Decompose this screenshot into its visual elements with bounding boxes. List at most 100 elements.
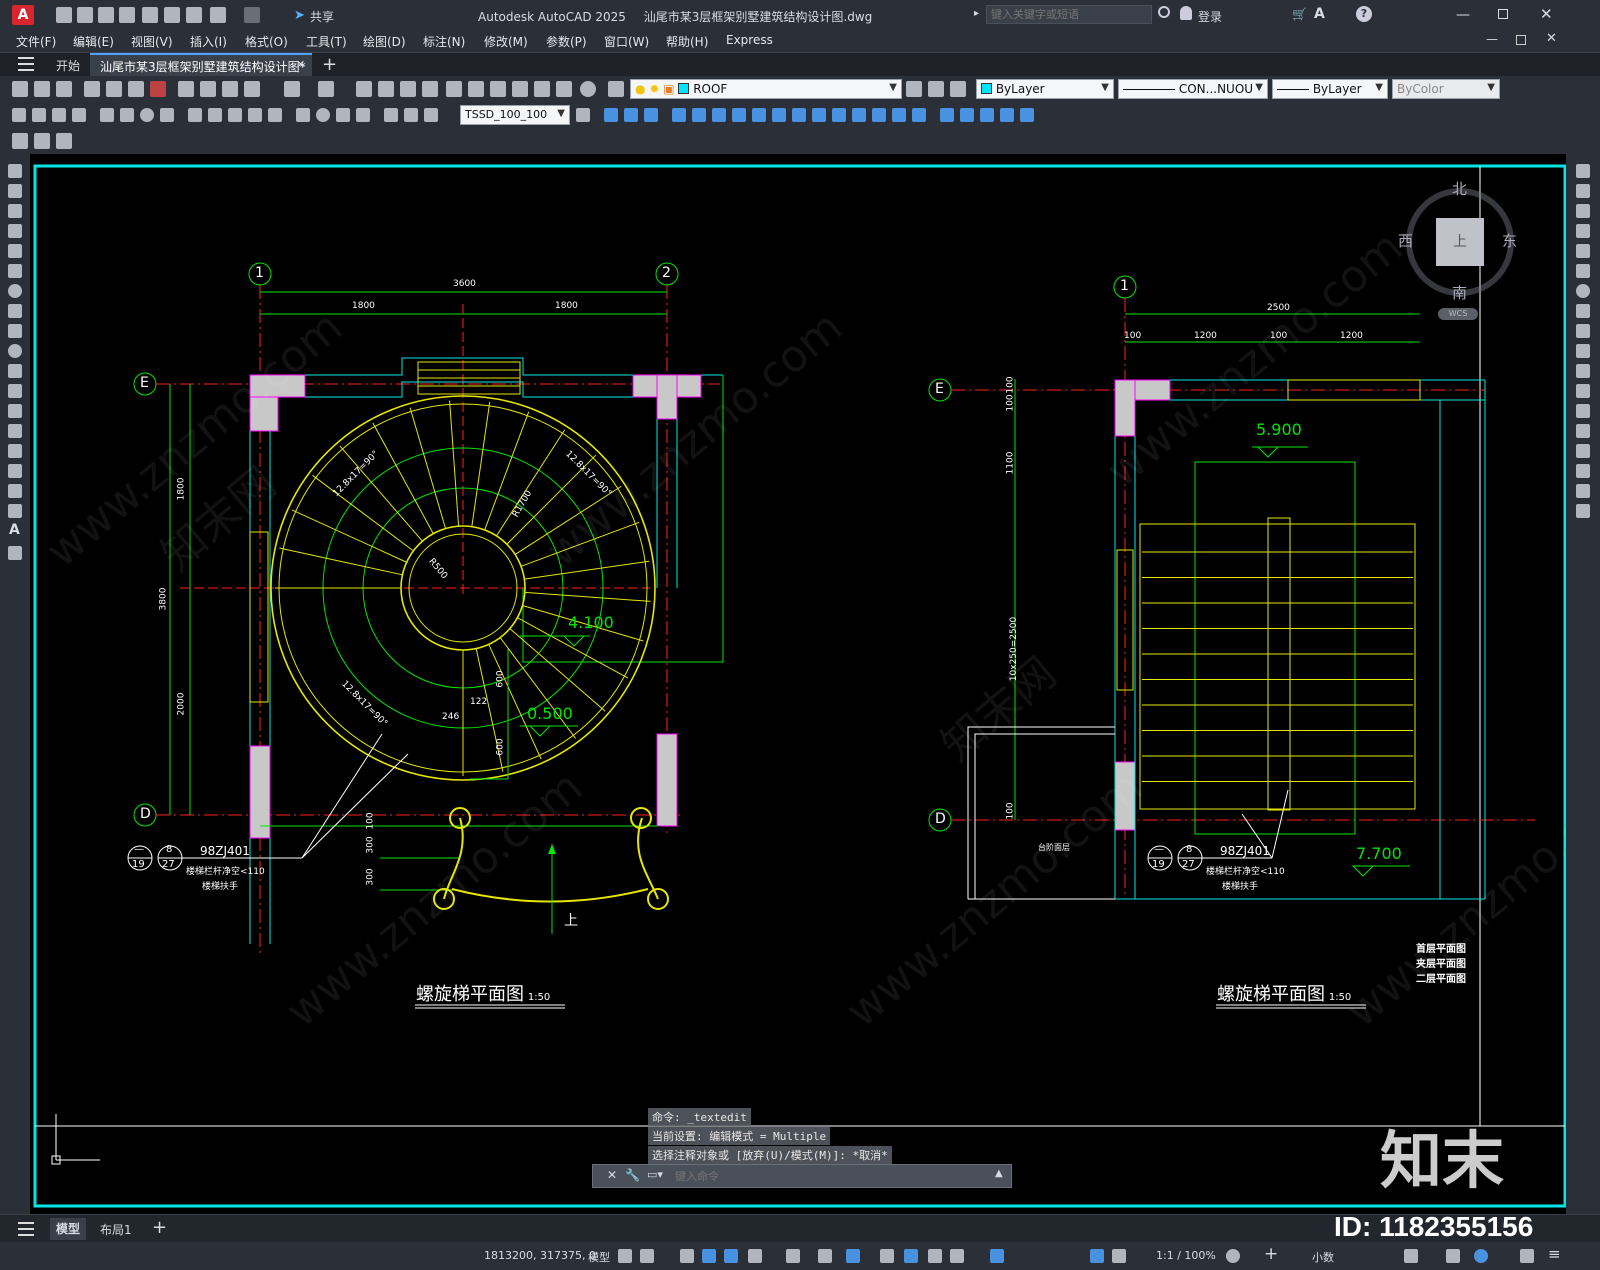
region-icon[interactable] bbox=[8, 484, 22, 498]
arc-icon[interactable] bbox=[8, 264, 22, 278]
clean-screen-icon[interactable] bbox=[1520, 1249, 1534, 1263]
circle-icon[interactable] bbox=[8, 284, 22, 298]
layer-dropdown[interactable]: ● ✹ ▣ ROOF ▼ bbox=[630, 79, 902, 99]
line-icon[interactable] bbox=[8, 164, 22, 178]
quick-properties-icon[interactable] bbox=[1404, 1249, 1418, 1263]
otrack-icon[interactable] bbox=[748, 1249, 762, 1263]
3dalign-icon[interactable] bbox=[980, 108, 994, 122]
gradient-icon[interactable] bbox=[8, 464, 22, 478]
array-icon[interactable] bbox=[1576, 244, 1590, 258]
chamfer-icon[interactable] bbox=[1576, 444, 1590, 458]
menu-format[interactable]: 格式(O) bbox=[245, 33, 288, 50]
offset-icon[interactable] bbox=[1576, 224, 1590, 238]
torus-icon[interactable] bbox=[712, 108, 726, 122]
viewcube-east[interactable]: 东 bbox=[1502, 230, 1517, 251]
3dprint-icon[interactable] bbox=[150, 81, 166, 97]
markup-icon[interactable] bbox=[534, 81, 550, 97]
share-button[interactable]: 共享 bbox=[310, 8, 334, 25]
annotation-visibility-icon[interactable] bbox=[1090, 1249, 1104, 1263]
user-icon[interactable] bbox=[1180, 6, 1192, 20]
open-web-icon[interactable] bbox=[142, 7, 158, 23]
slice-icon[interactable] bbox=[872, 108, 886, 122]
section-icon[interactable] bbox=[892, 108, 906, 122]
3dmove-icon[interactable] bbox=[940, 108, 954, 122]
sweep-icon[interactable] bbox=[772, 108, 786, 122]
subtract-icon[interactable] bbox=[832, 108, 846, 122]
dim-edit-icon[interactable] bbox=[384, 108, 398, 122]
rectangle-icon[interactable] bbox=[8, 244, 22, 258]
command-history-toggle[interactable]: ▲ bbox=[995, 1168, 1003, 1179]
ellipse-icon[interactable] bbox=[8, 344, 22, 358]
polyline-icon[interactable] bbox=[8, 204, 22, 218]
menu-dimension[interactable]: 标注(N) bbox=[423, 33, 465, 50]
menu-hamburger-icon[interactable] bbox=[18, 57, 34, 71]
radius-dim-icon[interactable] bbox=[100, 108, 114, 122]
pan-icon[interactable] bbox=[356, 81, 372, 97]
continue-dim-icon[interactable] bbox=[228, 108, 242, 122]
dim-style-icon[interactable] bbox=[576, 108, 590, 122]
blend-icon[interactable] bbox=[1576, 484, 1590, 498]
calculator-icon[interactable] bbox=[556, 81, 572, 97]
break-icon[interactable] bbox=[1576, 384, 1590, 398]
fillet-icon[interactable] bbox=[1576, 464, 1590, 478]
extend-icon[interactable] bbox=[1576, 364, 1590, 378]
ortho-icon[interactable] bbox=[680, 1249, 694, 1263]
cut-icon[interactable] bbox=[178, 81, 194, 97]
close-button[interactable]: ✕ bbox=[1540, 5, 1553, 23]
tab-model[interactable]: 模型 bbox=[50, 1218, 86, 1240]
menu-insert[interactable]: 插入(I) bbox=[190, 33, 227, 50]
gizmo-icon[interactable] bbox=[990, 1249, 1004, 1263]
design-center-icon[interactable] bbox=[468, 81, 484, 97]
plot-toolbar-icon[interactable] bbox=[84, 81, 100, 97]
wcs-button[interactable]: WCS bbox=[1438, 308, 1478, 320]
viewcube-west[interactable]: 西 bbox=[1398, 230, 1413, 251]
arc-length-icon[interactable] bbox=[52, 108, 66, 122]
redo-icon[interactable] bbox=[244, 7, 260, 23]
make-block-icon[interactable] bbox=[8, 404, 22, 418]
menu-tools[interactable]: 工具(T) bbox=[306, 33, 347, 50]
box-icon[interactable] bbox=[604, 108, 618, 122]
quick-dim-icon[interactable] bbox=[188, 108, 202, 122]
layer-properties-icon[interactable] bbox=[608, 81, 624, 97]
insert-block-icon[interactable] bbox=[8, 384, 22, 398]
units-display[interactable]: 小数 bbox=[1312, 1249, 1334, 1265]
mtext-icon[interactable]: A bbox=[9, 522, 20, 538]
revolve-icon[interactable] bbox=[752, 108, 766, 122]
new-file-icon[interactable] bbox=[56, 7, 72, 23]
menu-express[interactable]: Express bbox=[726, 33, 773, 47]
doc-minimize-button[interactable]: — bbox=[1486, 32, 1498, 46]
copy-object-icon[interactable] bbox=[1576, 184, 1590, 198]
dim-text-edit-icon[interactable] bbox=[404, 108, 418, 122]
customization-icon[interactable]: ≡ bbox=[1548, 1245, 1561, 1263]
open-file-icon[interactable] bbox=[77, 7, 93, 23]
copy-icon[interactable] bbox=[200, 81, 216, 97]
tolerance-icon[interactable] bbox=[296, 108, 310, 122]
save-web-icon[interactable] bbox=[164, 7, 180, 23]
match-properties-icon[interactable] bbox=[244, 81, 260, 97]
point-icon[interactable] bbox=[8, 424, 22, 438]
plotstyle-dropdown[interactable]: ByColor ▼ bbox=[1392, 79, 1500, 99]
cone-icon[interactable] bbox=[672, 108, 686, 122]
add-layout-button[interactable]: + bbox=[152, 1217, 167, 1238]
layer-previous-icon[interactable] bbox=[928, 81, 944, 97]
search-icon[interactable] bbox=[1158, 6, 1170, 18]
inspection-icon[interactable] bbox=[336, 108, 350, 122]
jogged-dim-icon[interactable] bbox=[120, 108, 134, 122]
tab-close-icon[interactable]: ✕ bbox=[296, 58, 305, 71]
loft-icon[interactable] bbox=[792, 108, 806, 122]
tool-c-icon[interactable] bbox=[56, 133, 72, 149]
snap-icon[interactable] bbox=[640, 1249, 654, 1263]
angular-dim-icon[interactable] bbox=[160, 108, 174, 122]
tool-palettes-icon[interactable] bbox=[490, 81, 506, 97]
move-icon[interactable] bbox=[1576, 264, 1590, 278]
polar-icon[interactable] bbox=[702, 1249, 716, 1263]
construction-line-icon[interactable] bbox=[8, 184, 22, 198]
help-toolbar-icon[interactable] bbox=[580, 81, 596, 97]
command-customize-icon[interactable]: 🔧 bbox=[625, 1168, 640, 1182]
share-icon[interactable]: ➤ bbox=[294, 8, 305, 23]
linetype-dropdown[interactable]: CON...NUOU ▼ bbox=[1118, 79, 1268, 99]
menu-help[interactable]: 帮助(H) bbox=[666, 33, 708, 50]
undo-icon[interactable] bbox=[210, 7, 226, 23]
coordinates-display[interactable]: 1813200, 317375, 0 bbox=[484, 1249, 596, 1262]
dynamic-ucs-icon[interactable] bbox=[928, 1249, 942, 1263]
